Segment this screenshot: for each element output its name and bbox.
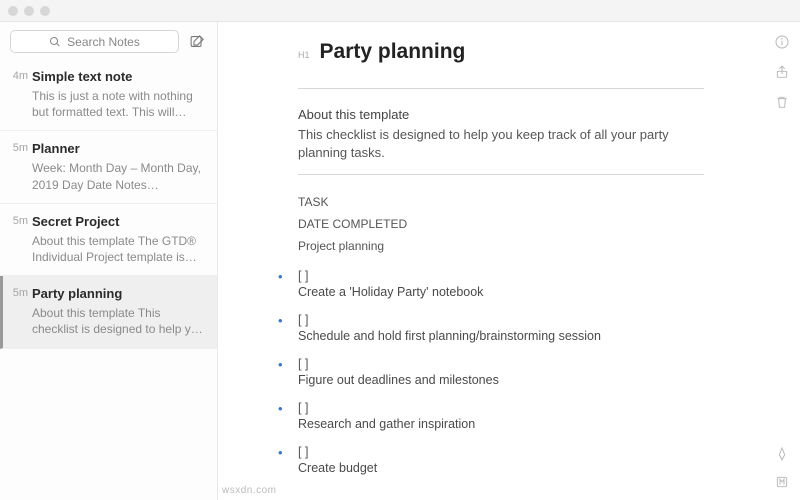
search-input[interactable]: Search Notes (10, 30, 179, 53)
section-title: About this template (298, 107, 704, 122)
divider (298, 174, 704, 175)
checkbox-icon[interactable]: [ ] (298, 401, 308, 415)
note-title: Party planning (32, 286, 203, 301)
task-header: DATE COMPLETED (298, 215, 704, 233)
task-block: [ ] Create a 'Holiday Party' notebook [ … (298, 269, 704, 475)
note-time: 5m (6, 286, 32, 337)
h1-tag: H1 (298, 50, 310, 60)
note-list: 4m Simple text note This is just a note … (0, 59, 217, 500)
note-title: Planner (32, 141, 203, 156)
task-item[interactable]: [ ] Create budget (298, 445, 704, 475)
traffic-close[interactable] (8, 6, 18, 16)
checkbox-icon[interactable]: [ ] (298, 313, 308, 327)
note-preview: About this template The GTD® Individual … (32, 233, 203, 265)
note-item[interactable]: 5m Secret Project About this template Th… (0, 204, 217, 276)
note-item[interactable]: 4m Simple text note This is just a note … (0, 59, 217, 131)
task-label: Figure out deadlines and milestones (298, 373, 704, 387)
note-preview: This is just a note with nothing but for… (32, 88, 203, 120)
share-icon[interactable] (774, 64, 790, 80)
task-header: Project planning (298, 237, 704, 255)
note-time: 4m (6, 69, 32, 120)
search-icon (49, 36, 61, 48)
section-desc: This checklist is designed to help you k… (298, 126, 698, 162)
page-title: Party planning (320, 40, 466, 64)
right-rail (764, 22, 800, 500)
traffic-minimize[interactable] (24, 6, 34, 16)
main: H1 Party planning About this template Th… (218, 22, 800, 500)
trash-icon[interactable] (774, 94, 790, 110)
checkbox-icon[interactable]: [ ] (298, 445, 308, 459)
checkbox-icon[interactable]: [ ] (298, 269, 308, 283)
task-label: Schedule and hold first planning/brainst… (298, 329, 704, 343)
traffic-zoom[interactable] (40, 6, 50, 16)
task-item[interactable]: [ ] Research and gather inspiration (298, 401, 704, 431)
note-body: Secret Project About this template The G… (32, 214, 203, 265)
watermark: wsxdn.com (222, 485, 277, 496)
pen-icon[interactable] (774, 446, 790, 462)
info-icon[interactable] (774, 34, 790, 50)
note-item[interactable]: 5m Planner Week: Month Day – Month Day, … (0, 131, 217, 203)
task-item[interactable]: [ ] Schedule and hold first planning/bra… (298, 313, 704, 343)
note-body: Party planning About this template This … (32, 286, 203, 337)
task-label: Create budget (298, 461, 704, 475)
note-preview: About this template This checklist is de… (32, 305, 203, 337)
note-body: Simple text note This is just a note wit… (32, 69, 203, 120)
format-icon[interactable] (774, 474, 790, 490)
app-body: Search Notes 4m Simple text note This is… (0, 22, 800, 500)
note-preview: Week: Month Day – Month Day, 2019 Day Da… (32, 160, 203, 192)
window-titlebar (0, 0, 800, 22)
note-title: Secret Project (32, 214, 203, 229)
note-title: Simple text note (32, 69, 203, 84)
sidebar: Search Notes 4m Simple text note This is… (0, 22, 218, 500)
task-label: Research and gather inspiration (298, 417, 704, 431)
task-header: TASK (298, 193, 704, 211)
note-time: 5m (6, 141, 32, 192)
note-body: Planner Week: Month Day – Month Day, 201… (32, 141, 203, 192)
right-rail-bottom (774, 446, 790, 490)
search-row: Search Notes (0, 22, 217, 59)
editor[interactable]: H1 Party planning About this template Th… (218, 22, 764, 500)
heading-row: H1 Party planning (298, 40, 704, 64)
task-item[interactable]: [ ] Figure out deadlines and milestones (298, 357, 704, 387)
checkbox-icon[interactable]: [ ] (298, 357, 308, 371)
note-time: 5m (6, 214, 32, 265)
note-item-selected[interactable]: 5m Party planning About this template Th… (0, 276, 217, 348)
divider (298, 88, 704, 89)
task-label: Create a 'Holiday Party' notebook (298, 285, 704, 299)
search-placeholder: Search Notes (67, 35, 140, 49)
compose-button[interactable] (187, 32, 207, 52)
task-item[interactable]: [ ] Create a 'Holiday Party' notebook (298, 269, 704, 299)
compose-icon (189, 33, 206, 50)
